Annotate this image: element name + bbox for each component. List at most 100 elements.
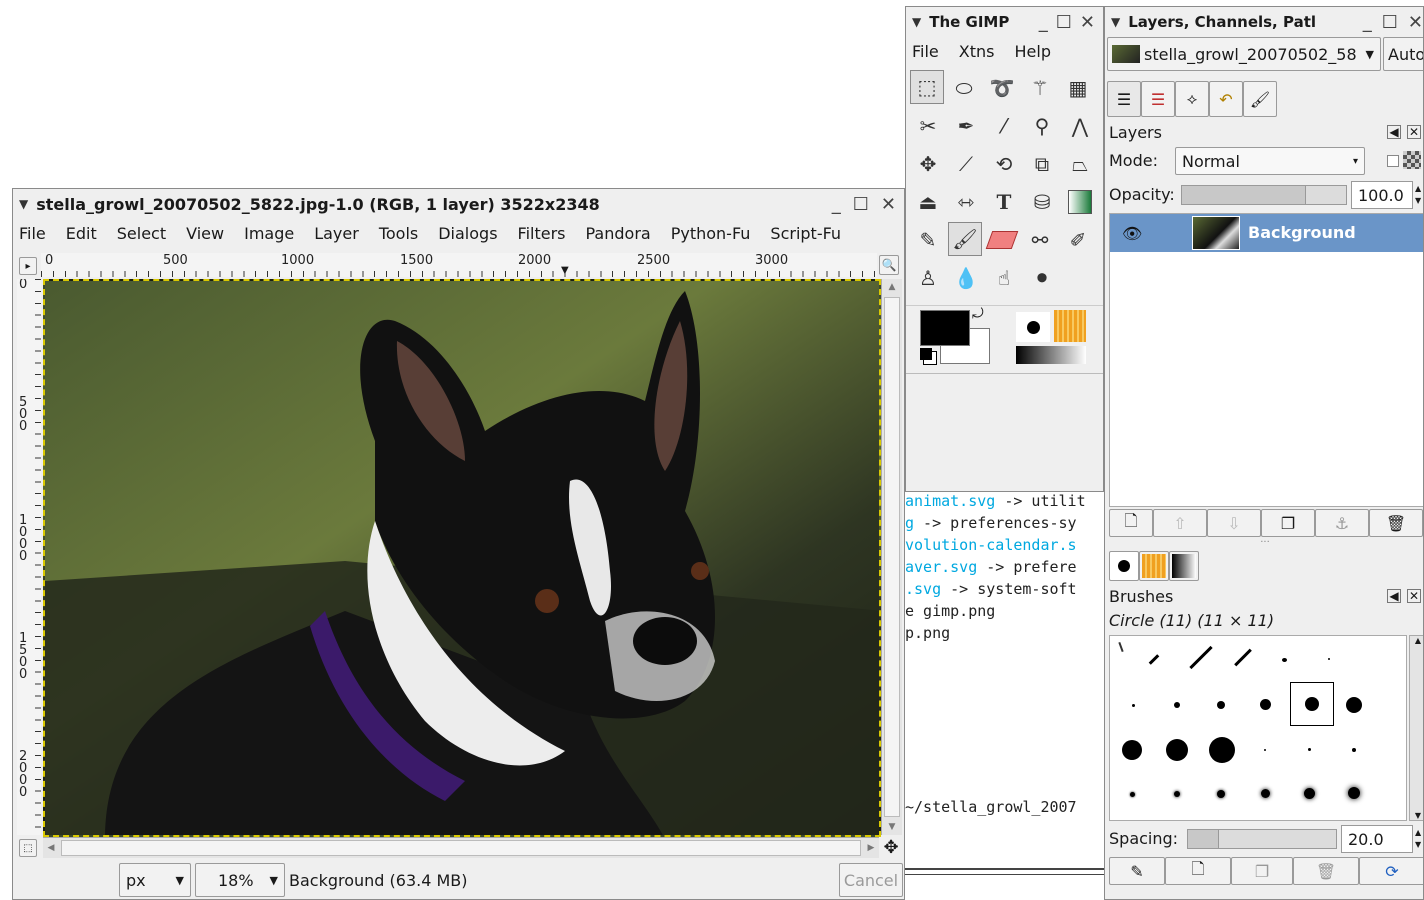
lock-alpha-checkbox[interactable] xyxy=(1387,155,1399,167)
gradient-indicator[interactable] xyxy=(1016,346,1086,364)
close-icon[interactable]: ✕ xyxy=(1080,12,1095,33)
layers-dock-titlebar[interactable]: ▼ Layers, Channels, Patl _ ☐ ✕ xyxy=(1105,7,1423,37)
paths-icon[interactable]: ✒ xyxy=(949,109,983,143)
blur-icon[interactable]: 💧 xyxy=(949,261,983,295)
navigate-move-icon[interactable]: ✥ xyxy=(881,837,901,858)
brush-sample[interactable] xyxy=(1304,788,1315,799)
horizontal-scroll-thumb[interactable] xyxy=(61,840,861,856)
image-window-titlebar[interactable]: ▼ stella_growl_20070502_5822.jpg-1.0 (RG… xyxy=(13,189,904,219)
menu-view[interactable]: View xyxy=(186,224,224,243)
close-tab-icon[interactable]: ✕ xyxy=(1407,589,1421,603)
horizontal-ruler[interactable]: 0 500 1000 1500 2000 2500 3000 ▼ xyxy=(41,253,877,277)
fuzzy-select-icon[interactable]: ⚚ xyxy=(1023,71,1057,105)
menu-filters[interactable]: Filters xyxy=(518,224,566,243)
align-icon[interactable]: ⇿ xyxy=(949,185,983,219)
close-tab-icon[interactable]: ✕ xyxy=(1407,125,1421,139)
flip-icon[interactable]: ⏏ xyxy=(911,185,945,219)
tab-paths[interactable]: ⟡ xyxy=(1175,81,1209,117)
brush-sample[interactable] xyxy=(1352,748,1356,752)
scissors-icon[interactable]: ✂ xyxy=(911,109,945,143)
menu-tools[interactable]: Tools xyxy=(379,224,418,243)
scale-icon[interactable]: ⧉ xyxy=(1025,147,1059,181)
layer-row[interactable]: 👁 Background xyxy=(1110,214,1423,252)
menu-dialogs[interactable]: Dialogs xyxy=(438,224,497,243)
spacing-input[interactable]: 20.0 xyxy=(1341,825,1413,853)
brush-grid[interactable] xyxy=(1109,635,1407,821)
zoom-icon[interactable]: ⚲ xyxy=(1025,109,1059,143)
minimize-icon[interactable]: _ xyxy=(832,194,841,215)
brush-sample[interactable] xyxy=(1264,749,1266,751)
brush-sample[interactable] xyxy=(1166,739,1188,761)
anchor-layer-button[interactable]: ⚓ xyxy=(1315,509,1369,537)
pattern-indicator[interactable] xyxy=(1054,310,1086,342)
menu-edit[interactable]: Edit xyxy=(66,224,97,243)
selected-brush[interactable] xyxy=(1290,682,1334,726)
brush-sample[interactable] xyxy=(1308,748,1311,751)
brush-sample[interactable] xyxy=(1118,641,1124,653)
color-select-icon[interactable]: ▦ xyxy=(1061,71,1095,105)
foreground-color-swatch[interactable] xyxy=(920,310,970,346)
scroll-up-icon[interactable]: ▲ xyxy=(882,279,902,295)
brush-sample[interactable] xyxy=(1189,645,1213,670)
brush-sample[interactable] xyxy=(1122,740,1142,760)
navigate-button[interactable]: 🔍 xyxy=(879,255,899,275)
scroll-down-icon[interactable]: ▼ xyxy=(882,819,902,835)
menu-image[interactable]: Image xyxy=(244,224,294,243)
rect-select-icon[interactable]: ⬚ xyxy=(910,70,944,104)
delete-layer-button[interactable]: 🗑 xyxy=(1369,509,1423,537)
window-menu-icon[interactable]: ▼ xyxy=(1111,15,1120,29)
eye-icon[interactable]: 👁 xyxy=(1122,224,1142,243)
cancel-button[interactable]: Cancel xyxy=(839,863,903,897)
move-icon[interactable]: ✥ xyxy=(911,147,945,181)
tab-menu-icon[interactable]: ◀ xyxy=(1387,125,1401,139)
close-icon[interactable]: ✕ xyxy=(881,194,896,215)
brush-sample[interactable] xyxy=(1174,791,1180,797)
crop-icon[interactable]: ⟋ xyxy=(949,147,983,181)
blend-icon[interactable] xyxy=(1063,185,1097,219)
vertical-scrollbar[interactable]: ▲ ▼ xyxy=(881,279,902,835)
tab-brushes[interactable]: 🖌 xyxy=(1243,81,1277,117)
opacity-spin-icon[interactable]: ▲ ▼ xyxy=(1415,183,1421,207)
swap-colors-icon[interactable]: ⤾ xyxy=(972,306,984,322)
text-icon[interactable]: T xyxy=(987,185,1021,219)
brush-sample[interactable] xyxy=(1234,648,1252,667)
brush-indicator[interactable] xyxy=(1016,312,1050,342)
brush-sample[interactable] xyxy=(1209,737,1235,763)
airbrush-icon[interactable]: ⚯ xyxy=(1023,223,1057,257)
menu-select[interactable]: Select xyxy=(117,224,166,243)
edit-brush-button[interactable]: ✎ xyxy=(1109,857,1165,885)
toolbox-titlebar[interactable]: ▼ The GIMP _ ☐ ✕ xyxy=(906,7,1103,37)
delete-brush-button[interactable]: 🗑 xyxy=(1293,857,1359,885)
menu-file[interactable]: File xyxy=(912,42,939,61)
minimize-icon[interactable]: _ xyxy=(1363,12,1372,33)
ink-icon[interactable]: ✐ xyxy=(1061,223,1095,257)
tab-undo[interactable]: ↶ xyxy=(1209,81,1243,117)
image-canvas[interactable] xyxy=(43,279,881,837)
brush-scrollbar[interactable]: ▲ ▼ xyxy=(1409,635,1423,821)
menu-file[interactable]: File xyxy=(19,224,46,243)
vertical-ruler[interactable]: 0 500 1000 1500 2000 xyxy=(17,279,41,835)
image-select[interactable]: stella_growl_20070502_58 ▼ xyxy=(1107,37,1381,71)
new-brush-button[interactable]: 🗋 xyxy=(1165,857,1231,885)
brush-sample[interactable] xyxy=(1348,787,1360,799)
bucket-fill-icon[interactable]: ⛁ xyxy=(1025,185,1059,219)
menu-pandora[interactable]: Pandora xyxy=(586,224,651,243)
new-layer-button[interactable]: 🗋 xyxy=(1109,509,1153,537)
brush-sample[interactable] xyxy=(1261,789,1270,798)
quick-mask-toggle[interactable]: ⬚ xyxy=(19,839,37,857)
brush-sample[interactable] xyxy=(1132,704,1135,707)
brush-sample[interactable] xyxy=(1217,790,1225,798)
tab-patterns[interactable] xyxy=(1139,551,1169,581)
window-menu-icon[interactable]: ▼ xyxy=(912,15,921,29)
brush-sample[interactable] xyxy=(1217,701,1225,709)
dodge-icon[interactable]: ⚫ xyxy=(1025,261,1059,295)
duplicate-layer-button[interactable]: ❐ xyxy=(1261,509,1315,537)
lasso-icon[interactable]: ➰ xyxy=(985,71,1019,105)
lower-layer-button[interactable]: ⇩ xyxy=(1207,509,1261,537)
tab-layers[interactable]: ☰ xyxy=(1107,81,1141,117)
rotate-icon[interactable]: ⟲ xyxy=(987,147,1021,181)
brush-sample[interactable] xyxy=(1328,658,1330,660)
close-icon[interactable]: ✕ xyxy=(1408,12,1423,33)
tab-menu-icon[interactable]: ◀ xyxy=(1387,589,1401,603)
scroll-left-icon[interactable]: ◀ xyxy=(43,838,59,858)
